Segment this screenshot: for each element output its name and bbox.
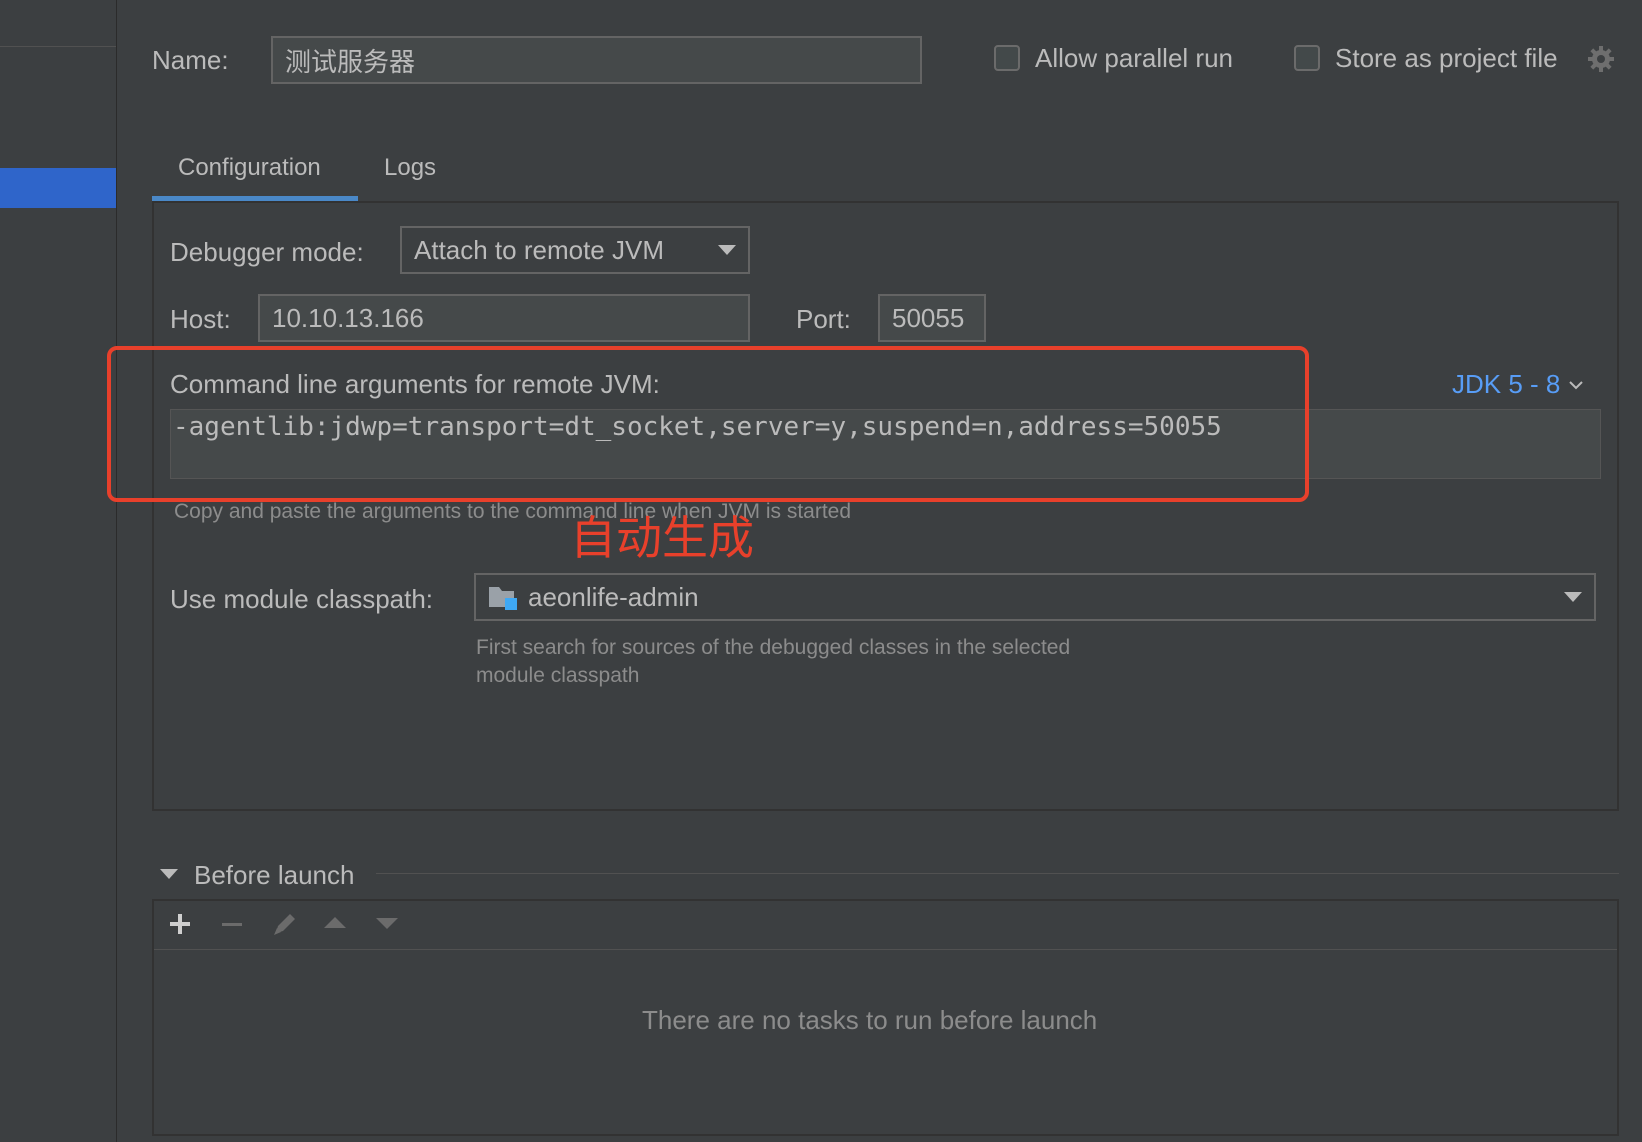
before-launch-separator xyxy=(376,873,1619,874)
jdk-version-link[interactable]: JDK 5 - 8 xyxy=(1452,369,1584,400)
collapse-triangle-icon xyxy=(160,869,178,879)
name-label: Name: xyxy=(152,45,229,75)
pencil-icon[interactable] xyxy=(270,909,300,939)
debugger-mode-label: Debugger mode: xyxy=(170,237,364,267)
debugger-mode-dropdown[interactable]: Attach to remote JVM xyxy=(400,226,750,274)
module-hint-line1: First search for sources of the debugged… xyxy=(476,636,1071,659)
arrow-up-icon[interactable] xyxy=(324,917,346,928)
sidebar-divider xyxy=(0,46,116,47)
jdk-version-label: JDK 5 - 8 xyxy=(1452,369,1561,399)
allow-parallel-label[interactable]: Allow parallel run xyxy=(1035,43,1233,74)
minus-icon[interactable] xyxy=(220,912,244,936)
sidebar-selected-item[interactable] xyxy=(0,168,116,208)
name-input[interactable]: 测试服务器 xyxy=(271,36,922,84)
annotation-text: 自动生成 xyxy=(570,512,754,564)
module-classpath-label: Use module classpath: xyxy=(170,584,434,614)
port-input[interactable]: 50055 xyxy=(878,294,986,342)
store-project-checkbox[interactable] xyxy=(1294,45,1320,71)
module-classpath-dropdown[interactable]: aeonlife-admin xyxy=(474,573,1596,621)
module-classpath-value: aeonlife-admin xyxy=(528,581,699,612)
chevron-down-icon xyxy=(1569,380,1584,389)
before-launch-empty-message: There are no tasks to run before launch xyxy=(642,1005,1098,1035)
toolbar-divider xyxy=(154,949,1617,950)
debugger-mode-value: Attach to remote JVM xyxy=(414,234,664,265)
module-folder-icon xyxy=(489,587,517,610)
chevron-down-icon xyxy=(1564,592,1582,602)
host-input[interactable]: 10.10.13.166 xyxy=(258,294,750,342)
port-label: Port: xyxy=(796,304,851,334)
module-hint-line2: module classpath xyxy=(476,664,640,687)
before-launch-toggle[interactable] xyxy=(160,869,178,879)
allow-parallel-checkbox[interactable] xyxy=(994,45,1020,71)
tab-configuration[interactable]: Configuration xyxy=(178,154,321,182)
plus-icon[interactable] xyxy=(168,912,192,936)
store-project-label[interactable]: Store as project file xyxy=(1335,43,1558,74)
arrow-down-icon[interactable] xyxy=(376,918,398,929)
before-launch-title: Before launch xyxy=(194,860,355,890)
chevron-down-icon xyxy=(718,245,736,255)
annotation-highlight-box xyxy=(107,346,1309,502)
gear-icon[interactable] xyxy=(1586,44,1616,74)
host-label: Host: xyxy=(170,304,231,334)
tab-logs[interactable]: Logs xyxy=(384,154,436,182)
